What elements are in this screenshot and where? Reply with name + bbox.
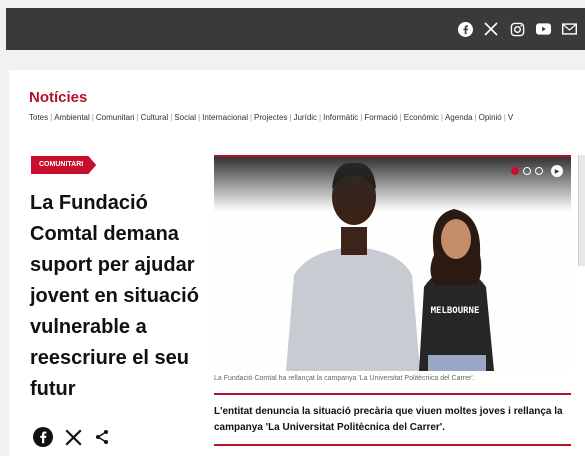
category-link-comunitari[interactable]: Comunitari bbox=[96, 113, 135, 122]
category-link-jurídic[interactable]: Jurídic bbox=[293, 113, 317, 122]
x-share-icon[interactable] bbox=[65, 428, 82, 446]
facebook-icon[interactable] bbox=[456, 20, 474, 38]
slider-dot-2[interactable] bbox=[523, 167, 531, 175]
category-separator: | bbox=[91, 113, 94, 122]
category-link-social[interactable]: Social bbox=[174, 113, 196, 122]
image-caption: La Fundació Comtal ha rellançat la campa… bbox=[214, 375, 475, 382]
next-card-edge bbox=[578, 155, 585, 266]
image-top-shade bbox=[214, 155, 571, 211]
category-link-internacional[interactable]: Internacional bbox=[202, 113, 248, 122]
category-separator: | bbox=[360, 113, 363, 122]
section-title: Notícies bbox=[29, 89, 88, 106]
category-separator: | bbox=[249, 113, 253, 122]
category-separator: | bbox=[50, 113, 53, 122]
article-image[interactable]: MELBOURNE ▶ bbox=[214, 155, 571, 371]
youtube-icon[interactable] bbox=[534, 20, 552, 38]
article-summary: L'entitat denuncia la situació precària … bbox=[214, 406, 563, 433]
top-bar bbox=[6, 8, 585, 50]
category-separator: | bbox=[289, 113, 292, 122]
category-link-v[interactable]: V bbox=[508, 113, 513, 122]
instagram-icon[interactable] bbox=[508, 20, 526, 38]
shirt-print: MELBOURNE bbox=[431, 306, 480, 316]
mail-icon[interactable] bbox=[560, 20, 578, 38]
summary-divider-bottom bbox=[214, 444, 571, 446]
slider-dot-1[interactable] bbox=[511, 167, 519, 175]
category-separator: | bbox=[503, 113, 506, 122]
category-link-formació[interactable]: Formació bbox=[364, 113, 397, 122]
x-icon[interactable] bbox=[482, 20, 500, 38]
category-link-projectes[interactable]: Projectes bbox=[254, 113, 287, 122]
category-link-agenda[interactable]: Agenda bbox=[445, 113, 473, 122]
image-accent-line bbox=[214, 155, 571, 157]
slider-next-icon[interactable]: ▶ bbox=[551, 165, 563, 177]
slider-controls: ▶ bbox=[507, 165, 563, 177]
category-link-totes[interactable]: Totes bbox=[29, 113, 48, 122]
category-nav: Totes | Ambiental | Comunitari | Cultural | Soci… bbox=[29, 113, 585, 122]
category-separator: | bbox=[319, 113, 322, 122]
category-link-cultural[interactable]: Cultural bbox=[141, 113, 169, 122]
summary-divider-top bbox=[214, 393, 571, 395]
article-headline[interactable]: La Fundació Comtal demana suport per aju… bbox=[30, 188, 210, 405]
category-separator: | bbox=[474, 113, 477, 122]
social-links bbox=[456, 8, 585, 50]
category-separator: | bbox=[440, 113, 443, 122]
category-link-informàtic[interactable]: Informàtic bbox=[323, 113, 358, 122]
category-separator: | bbox=[198, 113, 201, 122]
category-link-econòmic[interactable]: Econòmic bbox=[404, 113, 439, 122]
share-icon[interactable] bbox=[94, 429, 110, 445]
category-separator: | bbox=[170, 113, 173, 122]
category-link-ambiental[interactable]: Ambiental bbox=[54, 113, 90, 122]
facebook-share-icon[interactable] bbox=[33, 427, 53, 447]
slider-dot-3[interactable] bbox=[535, 167, 543, 175]
category-badge[interactable]: COMUNITARI bbox=[31, 156, 97, 174]
category-separator: | bbox=[136, 113, 139, 122]
category-separator: | bbox=[399, 113, 402, 122]
category-link-opinió[interactable]: Opinió bbox=[479, 113, 502, 122]
share-bar bbox=[33, 427, 122, 447]
